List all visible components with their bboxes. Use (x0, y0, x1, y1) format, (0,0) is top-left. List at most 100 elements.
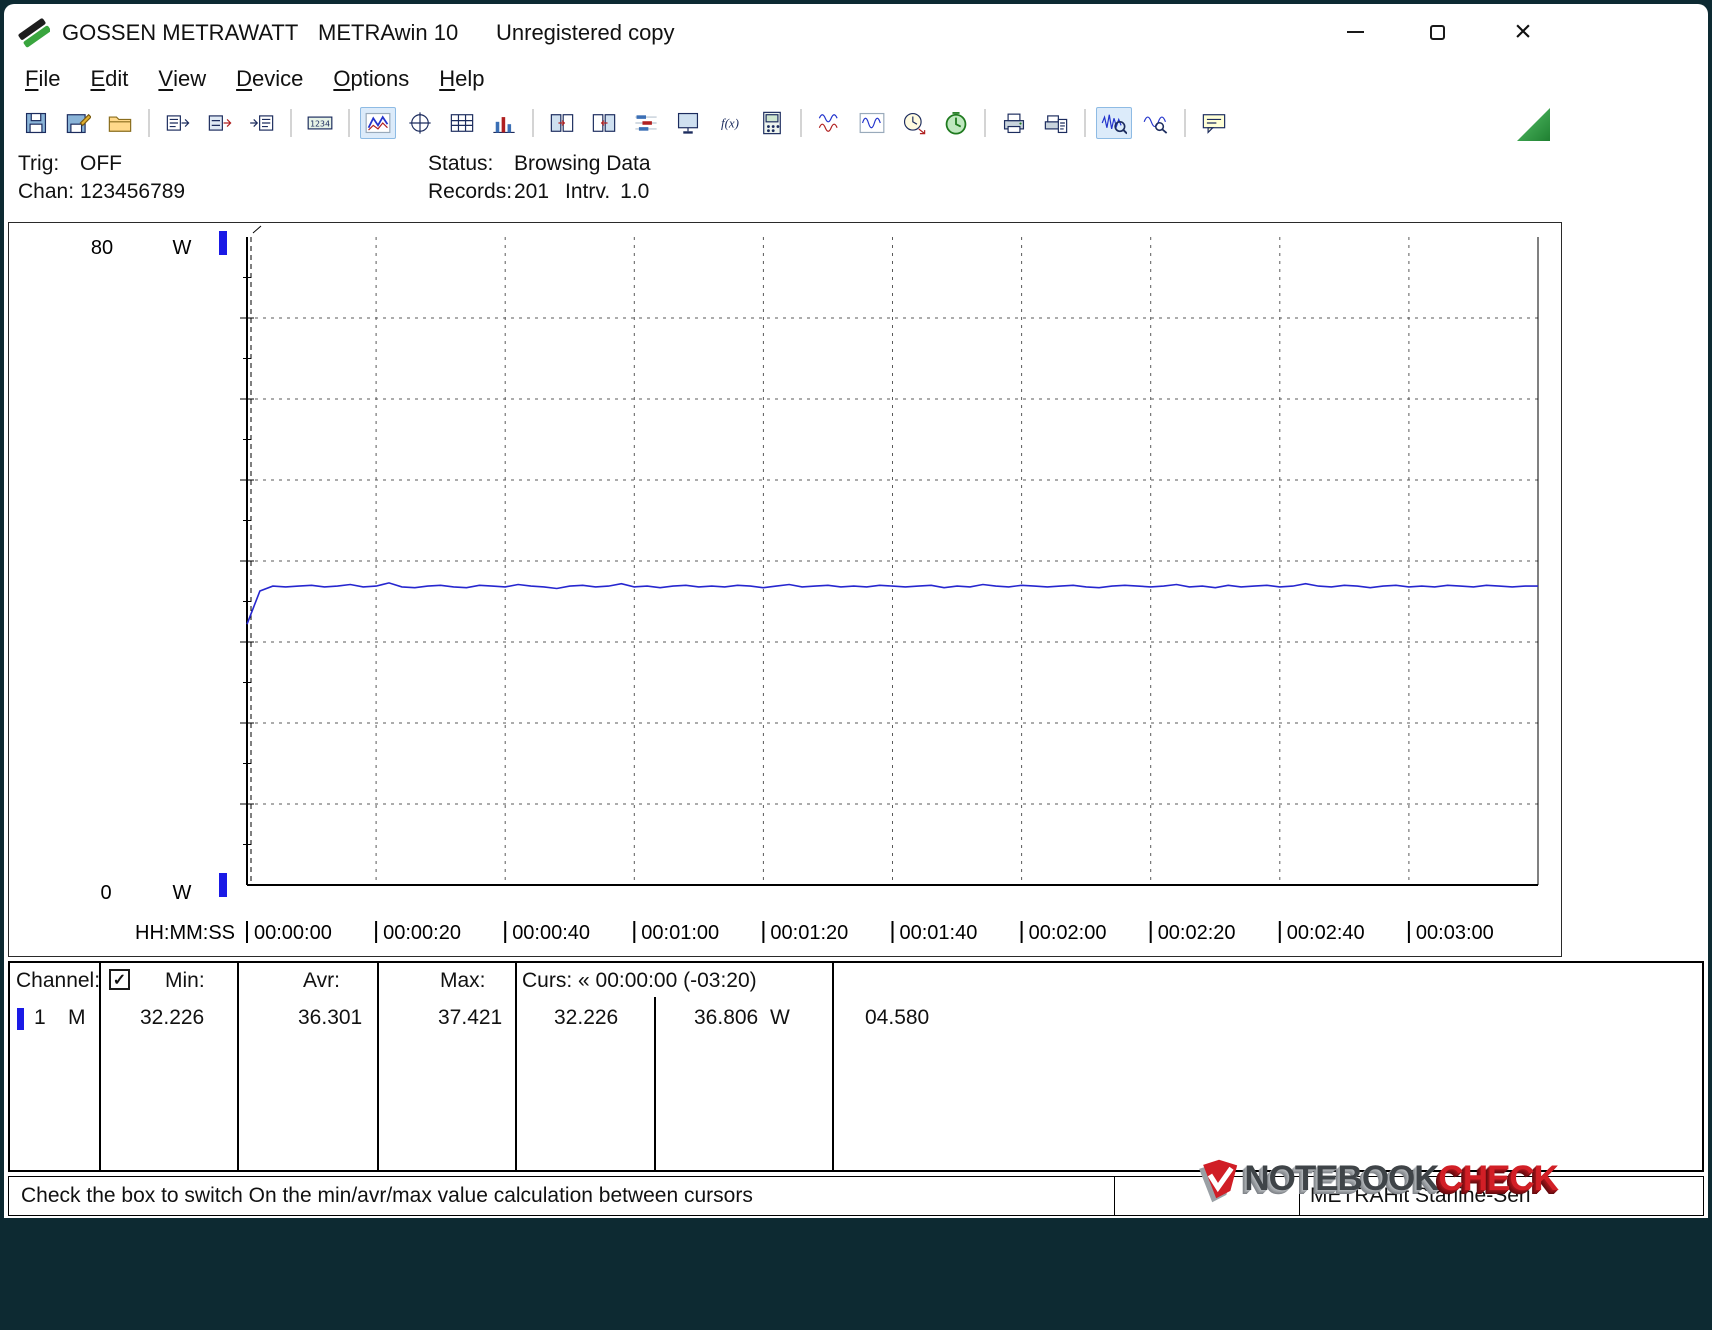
window-title-app: METRAwin 10 (318, 20, 458, 46)
instrument-button[interactable] (754, 107, 790, 139)
split-export-button[interactable] (544, 107, 580, 139)
menu-device[interactable]: Device (221, 60, 318, 98)
lcd-display-button[interactable]: 1234 (302, 107, 338, 139)
histogram-button[interactable] (486, 107, 522, 139)
cursor-header: Curs: « 00:00:00 (-03:20) (522, 969, 757, 993)
split-import-button[interactable] (586, 107, 622, 139)
svg-text:W: W (173, 237, 192, 259)
svg-text:80: 80 (91, 237, 113, 259)
channel-number[interactable]: 1 (34, 1006, 46, 1030)
svg-text:0: 0 (100, 882, 111, 904)
menu-options[interactable]: Options (318, 60, 424, 98)
open-button[interactable] (102, 107, 138, 139)
trigger-info: Trig: OFF Chan: 123456789 (18, 150, 185, 206)
timeline-button[interactable] (628, 107, 664, 139)
column-divider (515, 963, 517, 1170)
svg-text:HH:MM:SS: HH:MM:SS (135, 922, 235, 944)
trig-value: OFF (80, 150, 122, 178)
toolbar-group (160, 107, 280, 139)
toolbar-group (812, 107, 974, 139)
svg-text:00:02:20: 00:02:20 (1158, 922, 1236, 944)
toolbar: 1234 f(x) (4, 100, 1708, 146)
menu-help[interactable]: Help (424, 60, 499, 98)
toolbar-group (1096, 107, 1174, 139)
toolbar-separator (800, 109, 802, 137)
toolbar-group (18, 107, 138, 139)
menu-edit[interactable]: Edit (75, 60, 143, 98)
notebookcheck-watermark: NOTEBOOKCHECK (1202, 1136, 1558, 1222)
memory-transfer-button[interactable] (202, 107, 238, 139)
minmax-checkbox[interactable]: ✓ (109, 969, 130, 990)
print-button[interactable] (996, 107, 1032, 139)
column-divider (377, 963, 379, 1170)
cursor-unit: W (770, 1006, 790, 1030)
interval-value: 1.0 (620, 178, 649, 206)
memory-read-button[interactable] (244, 107, 280, 139)
app-window: GOSSEN METRAWATT METRAwin 10 Unregistere… (4, 4, 1708, 1218)
save-data-button[interactable] (60, 107, 96, 139)
cursor-min-value: 32.226 (554, 1006, 618, 1030)
maximize-icon (1430, 25, 1445, 40)
minimize-button[interactable] (1332, 12, 1378, 52)
svg-text:1234: 1234 (310, 119, 330, 129)
max-header: Max: (440, 969, 486, 993)
avr-value: 36.301 (298, 1006, 362, 1030)
channel-header: Channel: (16, 969, 100, 993)
window-title-license: Unregistered copy (496, 20, 675, 46)
toolbar-separator (148, 109, 150, 137)
wave-pair-button[interactable] (812, 107, 848, 139)
column-divider (237, 963, 239, 1170)
menu-file[interactable]: File (10, 60, 75, 98)
sampling-clock-button[interactable] (896, 107, 932, 139)
svg-text:00:00:40: 00:00:40 (512, 922, 590, 944)
toolbar-group: 1234 (302, 107, 338, 139)
toolbar-separator (984, 109, 986, 137)
save-button[interactable] (18, 107, 54, 139)
green-triangle-indicator (1517, 108, 1550, 141)
toolbar-group (996, 107, 1074, 139)
column-divider (99, 963, 101, 1170)
data-table-button[interactable] (444, 107, 480, 139)
app-logo-icon (18, 16, 50, 48)
svg-text:00:01:40: 00:01:40 (900, 922, 978, 944)
xy-scope-button[interactable] (402, 107, 438, 139)
zoom-wave-button[interactable] (1096, 107, 1132, 139)
formula-button[interactable]: f(x) (712, 107, 748, 139)
records-label: Records: (428, 178, 514, 206)
print-preview-button[interactable] (1038, 107, 1074, 139)
monitor-button[interactable] (670, 107, 706, 139)
annotation-button[interactable] (1196, 107, 1232, 139)
svg-text:00:00:00: 00:00:00 (254, 922, 332, 944)
stopwatch-button[interactable] (938, 107, 974, 139)
cursor-value: 36.806 (694, 1006, 758, 1030)
toolbar-separator (1084, 109, 1086, 137)
menu-view[interactable]: View (143, 60, 221, 98)
close-icon: × (1514, 17, 1532, 47)
interval-label: Intrv. (565, 178, 610, 206)
wave-button[interactable] (854, 107, 890, 139)
chart-area[interactable]: 00:00:0000:00:2000:00:4000:01:0000:01:20… (8, 222, 1562, 957)
statusbar-divider (1114, 1177, 1115, 1215)
avr-header: Avr: (303, 969, 340, 993)
toolbar-separator (532, 109, 534, 137)
channel-color-marker (17, 1008, 24, 1030)
maximize-button[interactable] (1414, 12, 1460, 52)
svg-text:00:02:40: 00:02:40 (1287, 922, 1365, 944)
zoom-out-button[interactable] (1138, 107, 1174, 139)
close-button[interactable]: × (1500, 12, 1546, 52)
column-divider (654, 997, 656, 1170)
trig-label: Trig: (18, 150, 80, 178)
desktop: { "window": { "vendor": "GOSSEN METRAWAT… (0, 0, 1712, 1330)
menubar: File Edit View Device Options Help (4, 60, 1708, 98)
device-export-button[interactable] (160, 107, 196, 139)
line-chart-button[interactable] (360, 107, 396, 139)
window-title-vendor: GOSSEN METRAWATT (62, 20, 298, 46)
chart-canvas: 00:00:0000:00:2000:00:4000:01:0000:01:20… (9, 223, 1561, 956)
watermark-notebook-text: NOTEBOOK (1244, 1159, 1438, 1198)
toolbar-separator (290, 109, 292, 137)
max-value: 37.421 (438, 1006, 502, 1030)
records-value: 201 (514, 178, 549, 206)
titlebar: GOSSEN METRAWATT METRAwin 10 Unregistere… (4, 4, 1708, 60)
channel-mode: M (68, 1006, 86, 1030)
svg-text:00:00:20: 00:00:20 (383, 922, 461, 944)
